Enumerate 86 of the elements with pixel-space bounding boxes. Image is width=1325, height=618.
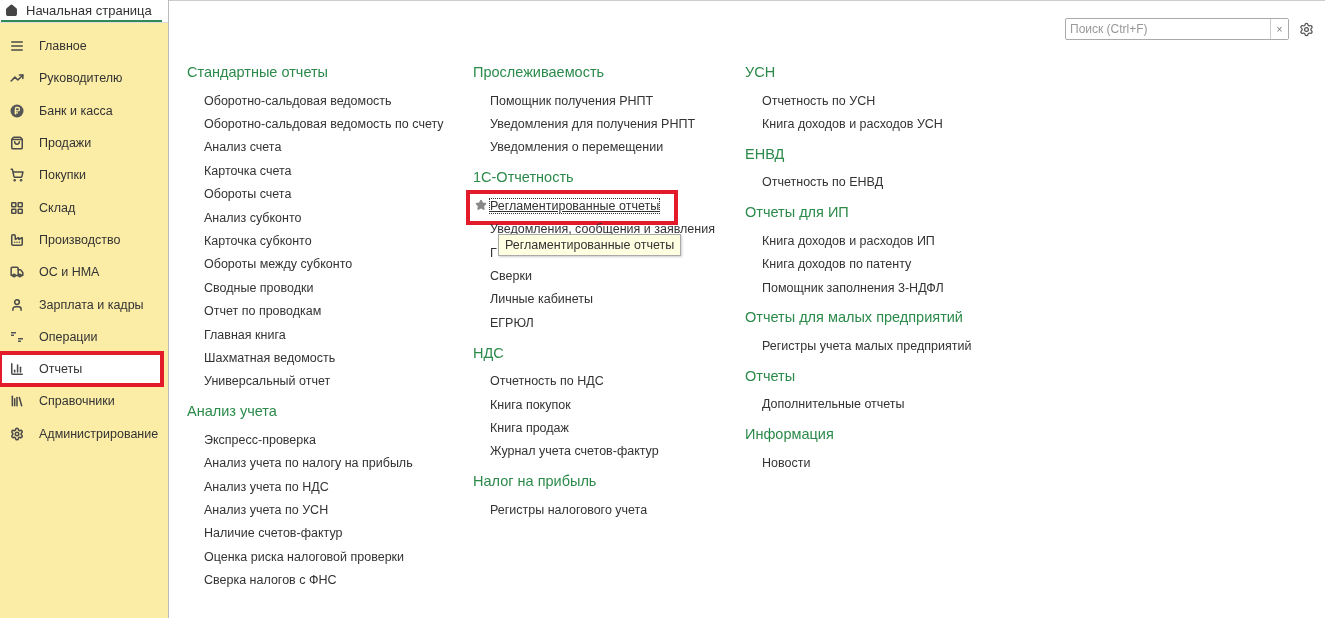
- section-title: Стандартные отчеты: [187, 63, 330, 82]
- report-link[interactable]: Оборотно-сальдовая ведомость: [204, 93, 392, 108]
- report-link[interactable]: Регистры налогового учета: [490, 502, 648, 517]
- report-link[interactable]: Карточка субконто: [204, 234, 312, 249]
- ruble-coin-icon: [10, 103, 24, 118]
- books-icon: [10, 394, 24, 409]
- section-title: Отчеты для ИП: [745, 203, 850, 223]
- report-link[interactable]: Книга доходов и расходов УСН: [762, 117, 943, 132]
- menu-icon: [10, 39, 24, 54]
- report-link[interactable]: Обороты между субконто: [204, 257, 353, 272]
- report-link[interactable]: Отчетность по УСН: [762, 93, 876, 108]
- sidebar-item[interactable]: Справочники: [0, 385, 168, 418]
- sidebar-item[interactable]: Зарплата и кадры: [0, 288, 168, 321]
- report-link[interactable]: Анализ учета по НДС: [204, 479, 329, 494]
- section-title: Отчеты: [745, 366, 797, 386]
- section-title: ЕНВД: [745, 144, 786, 164]
- sidebar-item[interactable]: Администрирование: [0, 417, 168, 450]
- report-link[interactable]: Оборотно-сальдовая ведомость по счету: [204, 117, 444, 132]
- report-link[interactable]: Отчетность по ЕНВД: [762, 175, 884, 190]
- report-link[interactable]: Наличие счетов-фактур: [204, 526, 343, 541]
- section-title: Информация: [745, 425, 835, 445]
- report-link[interactable]: Сверки: [490, 269, 532, 284]
- report-link[interactable]: Журнал учета счетов-фактур: [490, 444, 659, 459]
- report-link[interactable]: Личные кабинеты: [490, 292, 593, 307]
- report-link[interactable]: Оценка риска налоговой проверки: [204, 549, 405, 564]
- truck-icon: [10, 265, 24, 280]
- section-title: Анализ учета: [187, 402, 278, 422]
- section-title: Прослеживаемость: [473, 63, 606, 82]
- report-link[interactable]: Карточка счета: [204, 163, 292, 178]
- report-link[interactable]: Помощник получения РНПТ: [490, 93, 654, 108]
- factory-icon: [10, 232, 24, 247]
- report-link[interactable]: Универсальный отчет: [204, 374, 331, 389]
- cart-icon: [10, 168, 24, 183]
- report-link[interactable]: Уведомления о перемещении: [490, 140, 664, 155]
- report-link[interactable]: Обороты счета: [204, 187, 292, 202]
- report-link[interactable]: Регламентированные отчеты: [490, 198, 660, 213]
- sidebar-item[interactable]: Операции: [0, 320, 168, 353]
- sidebar-item[interactable]: Склад: [0, 191, 168, 224]
- report-link[interactable]: Сверка налогов с ФНС: [204, 573, 337, 588]
- sidebar-item[interactable]: Производство: [0, 223, 168, 257]
- search-field[interactable]: Поиск (Ctrl+F) ×: [1065, 18, 1289, 40]
- settings-icon[interactable]: [1299, 21, 1314, 37]
- section-title: Налог на прибыль: [473, 472, 598, 492]
- report-link[interactable]: Регистры учета малых предприятий: [762, 339, 972, 354]
- report-link[interactable]: Отчет по проводкам: [204, 304, 322, 319]
- report-link[interactable]: Г: [490, 245, 497, 260]
- ledger-icon: [10, 329, 24, 344]
- grid-icon: [10, 200, 24, 215]
- report-link[interactable]: Книга доходов и расходов ИП: [762, 233, 935, 248]
- person-icon: [10, 297, 24, 312]
- sidebar-item[interactable]: Руководителю: [0, 62, 168, 95]
- report-link[interactable]: Главная книга: [204, 327, 286, 342]
- home-icon: [5, 3, 18, 17]
- report-link[interactable]: Отчетность по НДС: [490, 374, 604, 389]
- sidebar-item[interactable]: ОС и НМА: [0, 256, 168, 289]
- report-link[interactable]: Помощник заполнения 3-НДФЛ: [762, 280, 944, 295]
- report-link[interactable]: Книга продаж: [490, 421, 569, 435]
- star-icon[interactable]: [475, 199, 487, 212]
- shopping-bag-icon: [10, 136, 24, 151]
- report-link[interactable]: Книга доходов по патенту: [762, 257, 912, 272]
- report-link[interactable]: Экспресс-проверка: [204, 432, 316, 447]
- report-link[interactable]: Анализ учета по налогу на прибыль: [204, 456, 413, 471]
- report-link[interactable]: Уведомления для получения РНПТ: [490, 117, 696, 132]
- report-link[interactable]: Новости: [762, 455, 811, 470]
- report-link[interactable]: Анализ учета по УСН: [204, 502, 329, 517]
- section-title: УСН: [745, 63, 777, 82]
- sidebar-item[interactable]: Покупки: [0, 159, 168, 192]
- sidebar-item[interactable]: Отчеты: [0, 352, 162, 386]
- section-title: 1С-Отчетность: [473, 168, 575, 188]
- report-link[interactable]: Сводные проводки: [204, 280, 314, 295]
- report-link[interactable]: Дополнительные отчеты: [762, 397, 905, 412]
- report-link[interactable]: Уведомления, сообщения и заявления: [490, 222, 715, 237]
- sidebar-item[interactable]: Главное: [0, 30, 168, 63]
- report-link[interactable]: Книга покупок: [490, 397, 571, 412]
- report-link[interactable]: Анализ субконто: [204, 210, 302, 225]
- sidebar-item[interactable]: Продажи: [0, 126, 168, 160]
- report-link[interactable]: Анализ счета: [204, 140, 282, 155]
- section-title: Отчеты для малых предприятий: [745, 308, 964, 328]
- report-link[interactable]: ЕГРЮЛ: [490, 315, 534, 330]
- settings-icon: [10, 426, 24, 441]
- sidebar-item[interactable]: Банк и касса: [0, 94, 168, 127]
- section-title: НДС: [473, 343, 505, 363]
- tooltip: Регламентированные отчеты: [498, 234, 682, 257]
- clear-button[interactable]: ×: [1270, 19, 1288, 39]
- report-link[interactable]: Шахматная ведомость: [204, 351, 336, 365]
- bar-chart-icon: [10, 362, 24, 377]
